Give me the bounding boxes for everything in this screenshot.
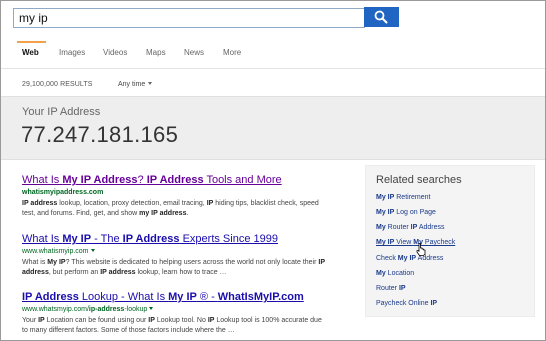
- highlighted-term: WhatIsMyIP.com: [217, 291, 304, 303]
- text-run: What Is: [22, 233, 63, 245]
- result-url: www.whatsmyip.com/ip-address-lookup: [22, 306, 342, 313]
- text-run: www.whatsmyip.com/: [22, 306, 89, 313]
- text-run: Location: [385, 270, 415, 277]
- related-search-link[interactable]: My IP Log on Page: [376, 209, 436, 216]
- tab-images[interactable]: Images: [59, 48, 85, 57]
- highlighted-term: my IP address: [139, 210, 187, 217]
- time-filter-dropdown[interactable]: Any time: [118, 81, 153, 88]
- text-run: Check: [376, 255, 398, 262]
- related-searches-panel: Related searches My IP Retirement My IP …: [365, 165, 535, 317]
- text-run: lookup, learn how to trace …: [135, 269, 227, 276]
- text-run: What is: [22, 259, 48, 266]
- text-run: ? This website is dedicated to helping u…: [65, 259, 319, 266]
- highlighted-term: IP address: [22, 200, 58, 207]
- text-run: Retirement: [394, 194, 431, 201]
- ip-answer-panel: Your IP Address 77.247.181.165: [1, 96, 545, 160]
- related-search-link[interactable]: Check My IP Address: [376, 255, 443, 262]
- text-run: Lookup tool. No: [154, 317, 208, 324]
- related-searches-heading: Related searches: [376, 174, 462, 186]
- search-input[interactable]: [19, 10, 359, 25]
- related-search-link[interactable]: My IP Retirement: [376, 194, 430, 201]
- text-run: Experts Since 1999: [179, 233, 278, 245]
- highlighted-term: IP: [398, 285, 406, 292]
- highlighted-term: IP Address: [146, 174, 204, 186]
- hand-cursor-icon: [416, 243, 426, 256]
- text-run: -lookup: [124, 306, 148, 313]
- highlighted-term: IP address: [100, 269, 136, 276]
- highlighted-term: IP: [148, 317, 155, 324]
- result-url: www.whatismyip.com: [22, 248, 342, 255]
- highlighted-term: My IP: [376, 194, 395, 201]
- text-run: Router: [385, 224, 411, 231]
- text-run: Paycheck: [422, 239, 456, 246]
- related-search-link[interactable]: My Location: [376, 270, 414, 277]
- search-box[interactable]: [13, 8, 365, 28]
- highlighted-term: My IP: [376, 239, 395, 246]
- answer-label: Your IP Address: [22, 106, 101, 118]
- text-run: .: [186, 210, 189, 217]
- search-result: What Is My IP Address? IP Address Tools …: [22, 174, 342, 219]
- result-title-link[interactable]: IP Address Lookup - What Is My IP ® - Wh…: [22, 291, 342, 303]
- highlighted-term: My: [376, 224, 386, 231]
- highlighted-term: My IP: [397, 255, 417, 262]
- text-run: Log on Page: [394, 209, 436, 216]
- chevron-down-icon[interactable]: [90, 249, 95, 252]
- nav-divider: [1, 68, 545, 69]
- tab-web[interactable]: Web: [22, 48, 39, 57]
- result-snippet: Your IP Location can be found using our …: [22, 316, 327, 336]
- text-run: What Is: [22, 174, 63, 186]
- text-run: Address: [417, 224, 445, 231]
- result-title-link[interactable]: What Is My IP - The IP Address Experts S…: [22, 233, 342, 245]
- text-run: www.whatismyip.com: [22, 248, 89, 255]
- highlighted-term: My IP: [47, 259, 66, 266]
- text-run: ® -: [196, 291, 218, 303]
- search-result: What Is My IP - The IP Address Experts S…: [22, 233, 342, 278]
- time-filter-label: Any time: [118, 81, 146, 88]
- browser-viewport: Web Images Videos Maps News More 29,100,…: [0, 0, 546, 341]
- text-run: Your: [22, 317, 39, 324]
- chevron-down-icon: [148, 82, 153, 85]
- active-tab-indicator: [17, 41, 46, 43]
- related-search-link[interactable]: Router IP: [376, 285, 406, 292]
- text-run: - The: [91, 233, 123, 245]
- highlighted-term: My IP: [376, 209, 395, 216]
- highlighted-term: My IP Address: [62, 174, 138, 186]
- text-run: Tools and More: [203, 174, 282, 186]
- text-run: , but perform an: [48, 269, 101, 276]
- ip-address-value: 77.247.181.165: [21, 122, 179, 147]
- result-title-link[interactable]: What Is My IP Address? IP Address Tools …: [22, 174, 342, 186]
- text-run: Paycheck Online: [376, 300, 431, 307]
- related-search-link[interactable]: My Router IP Address: [376, 224, 445, 231]
- tab-videos[interactable]: Videos: [103, 48, 127, 57]
- text-run: View: [394, 239, 414, 246]
- highlighted-term: ip-address: [88, 306, 125, 313]
- highlighted-term: whatismyipaddress.com: [22, 189, 104, 196]
- highlighted-term: IP: [38, 317, 45, 324]
- tab-maps[interactable]: Maps: [146, 48, 166, 57]
- highlighted-term: My IP: [168, 291, 197, 303]
- text-run: Location can be found using our: [44, 317, 149, 324]
- result-snippet: IP address lookup, location, proxy detec…: [22, 199, 327, 219]
- text-run: ?: [137, 174, 147, 186]
- text-run: lookup, location, proxy detection, email…: [57, 200, 207, 207]
- search-result: IP Address Lookup - What Is My IP ® - Wh…: [22, 291, 342, 336]
- highlighted-term: My IP: [62, 233, 92, 245]
- highlighted-term: IP Address: [22, 291, 79, 303]
- highlighted-term: IP: [430, 300, 438, 307]
- chevron-down-icon[interactable]: [149, 307, 154, 310]
- highlighted-term: IP Address: [122, 233, 180, 245]
- result-snippet: What is My IP? This website is dedicated…: [22, 258, 327, 278]
- tab-news[interactable]: News: [184, 48, 204, 57]
- text-run: Lookup - What Is: [78, 291, 169, 303]
- related-search-link[interactable]: Paycheck Online IP: [376, 300, 437, 307]
- search-button[interactable]: [364, 7, 399, 27]
- text-run: Router: [376, 285, 399, 292]
- tab-more[interactable]: More: [223, 48, 241, 57]
- results-count: 29,100,000 RESULTS: [22, 81, 93, 88]
- text-run: Address: [416, 255, 444, 262]
- highlighted-term: My: [376, 270, 386, 277]
- search-icon: [374, 10, 388, 24]
- result-url: whatismyipaddress.com: [22, 189, 342, 196]
